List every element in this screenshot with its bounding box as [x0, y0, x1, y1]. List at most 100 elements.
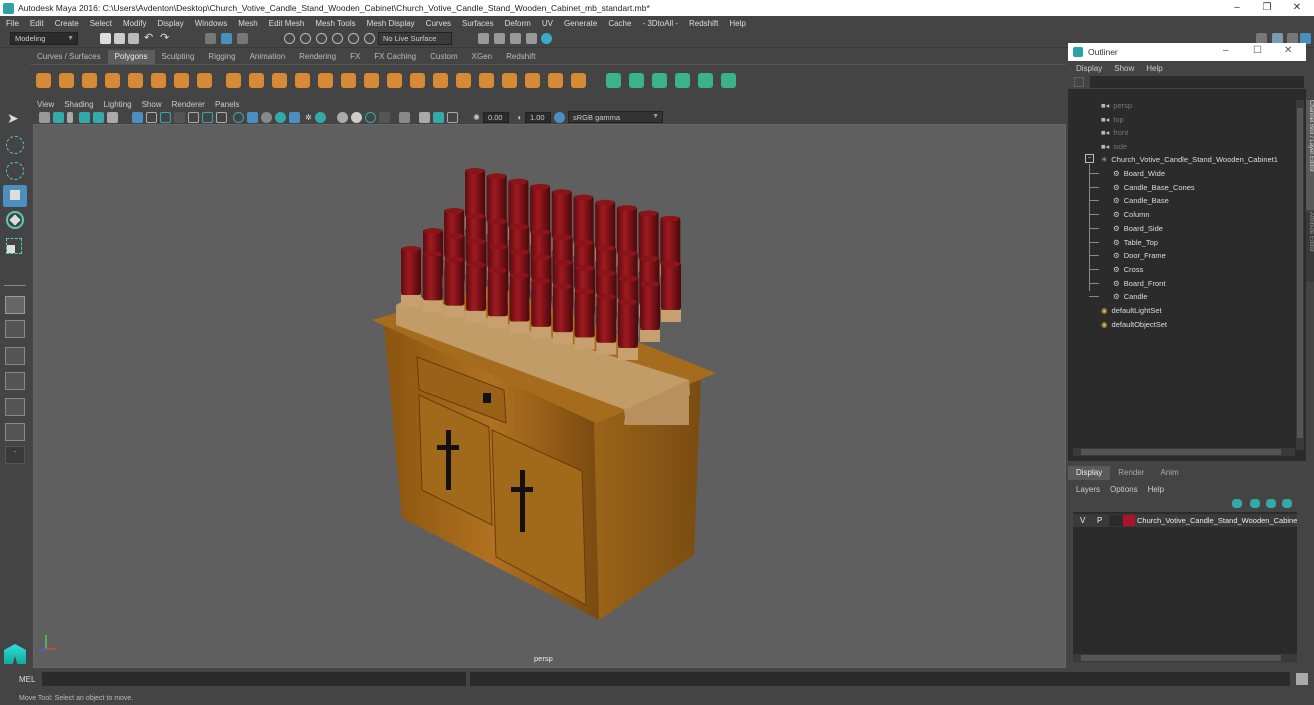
group-item-root[interactable]: ✳ Church_Votive_Candle_Stand_Wooden_Cabin…: [1101, 153, 1278, 166]
minimize-button[interactable]: –: [1223, 45, 1229, 56]
four-pane-layout-icon[interactable]: [5, 320, 25, 338]
safe-action-icon[interactable]: [202, 112, 213, 123]
multi-cut-icon[interactable]: [387, 73, 402, 88]
layer-color-swatch[interactable]: [1123, 515, 1135, 526]
wireframe-on-shaded-icon[interactable]: [261, 112, 272, 123]
2d-pan-zoom-icon[interactable]: [93, 112, 104, 123]
film-gate-icon[interactable]: [146, 112, 157, 123]
select-object-icon[interactable]: [221, 33, 232, 44]
hypershade-icon[interactable]: [541, 33, 552, 44]
layer-reference-toggle[interactable]: [1109, 515, 1123, 526]
layer-visibility-toggle[interactable]: V: [1080, 516, 1085, 525]
mesh-item-candle-base[interactable]: ⚙ Candle_Base: [1113, 194, 1169, 207]
render-view-icon[interactable]: [478, 33, 489, 44]
shelf-tab-curves-surfaces[interactable]: Curves / Surfaces: [30, 50, 108, 64]
boolean-icon[interactable]: [295, 73, 310, 88]
append-icon[interactable]: [456, 73, 471, 88]
menu-create[interactable]: Create: [55, 19, 79, 28]
depth-of-field-icon[interactable]: [365, 112, 376, 123]
outliner-search-input[interactable]: [1090, 76, 1304, 88]
rotate-tool-icon[interactable]: [6, 211, 24, 229]
field-chart-icon[interactable]: [188, 112, 199, 123]
collapse-toggle[interactable]: −: [1085, 154, 1094, 163]
uv-auto-icon[interactable]: [652, 73, 667, 88]
camera-item-top[interactable]: ■◂ top: [1101, 113, 1124, 126]
poly-pipe-icon[interactable]: [197, 73, 212, 88]
xray-joints-icon[interactable]: [419, 112, 430, 123]
color-space-dropdown[interactable]: sRGB gamma ▼: [568, 111, 663, 123]
xray-icon[interactable]: [399, 112, 410, 123]
tab-attribute-editor[interactable]: Attribute Editor: [1306, 212, 1314, 282]
shadows-icon[interactable]: ✲: [303, 112, 314, 123]
uv-planar-icon[interactable]: [571, 73, 586, 88]
command-input[interactable]: [42, 672, 466, 686]
script-editor-icon[interactable]: [1296, 673, 1308, 685]
single-pane-layout-icon[interactable]: [5, 296, 25, 314]
gamma-field[interactable]: 1.00: [525, 112, 551, 123]
poly-sphere-icon[interactable]: [36, 73, 51, 88]
persp-outliner-layout-icon[interactable]: [5, 423, 25, 441]
paint-select-tool-icon[interactable]: [6, 162, 24, 180]
ipr-render-icon[interactable]: [510, 33, 521, 44]
smooth-icon[interactable]: [272, 73, 287, 88]
three-pane-layout-icon[interactable]: [5, 398, 25, 416]
layer-menu-help[interactable]: Help: [1148, 485, 1164, 494]
command-language-label[interactable]: MEL: [19, 675, 35, 684]
menu-display[interactable]: Display: [158, 19, 184, 28]
menu-edit-mesh[interactable]: Edit Mesh: [269, 19, 305, 28]
mesh-item-candle-base-cones[interactable]: ⚙ Candle_Base_Cones: [1113, 181, 1195, 194]
hud-icon[interactable]: [447, 112, 458, 123]
layer-tab-render[interactable]: Render: [1110, 466, 1152, 480]
shelf-tab-custom[interactable]: Custom: [423, 50, 465, 64]
move-tool-icon[interactable]: [3, 185, 27, 207]
outliner-vertical-scrollbar[interactable]: [1296, 100, 1304, 450]
scale-tool-icon[interactable]: [6, 238, 22, 254]
mesh-item-table-top[interactable]: ⚙ Table_Top: [1113, 236, 1158, 249]
select-hierarchy-icon[interactable]: [205, 33, 216, 44]
mesh-item-board-side[interactable]: ⚙ Board_Side: [1113, 222, 1163, 235]
bridge-icon[interactable]: [364, 73, 379, 88]
mesh-item-board-wide[interactable]: ⚙ Board_Wide: [1113, 167, 1165, 180]
tab-channel-box[interactable]: Channel Box / Layer Editor: [1306, 100, 1314, 210]
uv-spherical-icon[interactable]: [629, 73, 644, 88]
shelf-tab-rendering[interactable]: Rendering: [292, 50, 343, 64]
extrude-icon[interactable]: [410, 73, 425, 88]
color-management-icon[interactable]: [554, 112, 565, 123]
layer-menu-layers[interactable]: Layers: [1076, 485, 1100, 494]
shelf-tab-rigging[interactable]: Rigging: [201, 50, 242, 64]
poly-plane-icon[interactable]: [151, 73, 166, 88]
safe-title-icon[interactable]: [216, 112, 227, 123]
mesh-item-door-frame[interactable]: ⚙ Door_Frame: [1113, 249, 1166, 262]
layer-tab-anim[interactable]: Anim: [1152, 466, 1186, 480]
target-weld-icon[interactable]: [525, 73, 540, 88]
slice-icon[interactable]: [548, 73, 563, 88]
select-tool-icon[interactable]: ➤: [7, 110, 23, 126]
persp-graph-layout-icon[interactable]: [5, 372, 25, 390]
menu-3dtoall[interactable]: - 3DtoAll -: [642, 19, 678, 28]
camera-item-persp[interactable]: ■◂ persp: [1101, 99, 1132, 112]
shelf-tab-fx-caching[interactable]: FX Caching: [367, 50, 423, 64]
extract-icon[interactable]: [318, 73, 333, 88]
menu-generate[interactable]: Generate: [564, 19, 597, 28]
viewport-persp[interactable]: persp: [33, 124, 1066, 668]
uv-layout-icon[interactable]: [721, 73, 736, 88]
snap-view-icon[interactable]: [332, 33, 343, 44]
poly-pyramid-icon[interactable]: [174, 73, 189, 88]
menu-select[interactable]: Select: [90, 19, 112, 28]
menu-windows[interactable]: Windows: [195, 19, 227, 28]
layer-menu-options[interactable]: Options: [1110, 485, 1138, 494]
shelf-tab-xgen[interactable]: XGen: [465, 50, 499, 64]
select-component-icon[interactable]: [237, 33, 248, 44]
menu-edit[interactable]: Edit: [30, 19, 44, 28]
fill-hole-icon[interactable]: [479, 73, 494, 88]
combine-icon[interactable]: [226, 73, 241, 88]
smooth-shade-icon[interactable]: [247, 112, 258, 123]
menu-mesh-tools[interactable]: Mesh Tools: [315, 19, 355, 28]
shelf-tab-fx[interactable]: FX: [343, 50, 367, 64]
filter-icon[interactable]: [1074, 77, 1084, 87]
set-item-defaultlightset[interactable]: ◉ defaultLightSet: [1101, 304, 1162, 317]
undo-icon[interactable]: ↶: [144, 33, 155, 44]
mesh-item-cross[interactable]: ⚙ Cross: [1113, 263, 1143, 276]
layer-horizontal-scrollbar[interactable]: [1073, 654, 1297, 662]
uv-editor-icon[interactable]: [675, 73, 690, 88]
